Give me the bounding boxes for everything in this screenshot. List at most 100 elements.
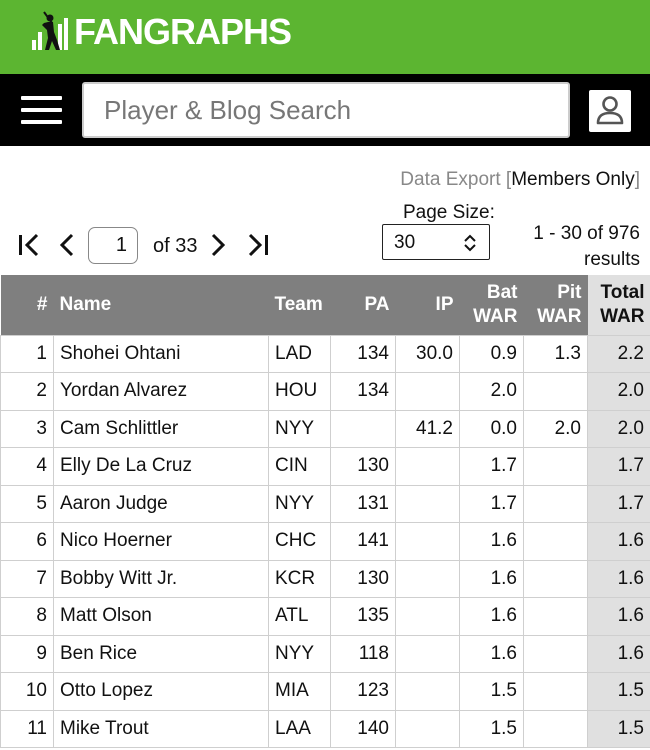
team-link[interactable]: MIA <box>268 672 331 711</box>
members-only-link[interactable]: Members Only <box>511 169 635 190</box>
table-row: 7 Bobby Witt Jr. KCR 130 1.6 1.6 <box>0 559 650 598</box>
column-header-team[interactable]: Team <box>268 275 331 335</box>
column-header-pa[interactable]: PA <box>330 275 396 335</box>
total-war-cell: 1.7 <box>587 484 650 523</box>
bat-war-cell: 1.6 <box>459 559 524 598</box>
table-row: 3 Cam Schlittler NYY 41.2 0.0 2.0 2.0 <box>0 409 650 448</box>
player-name-link[interactable]: Otto Lopez <box>53 672 269 711</box>
team-link[interactable]: NYY <box>268 409 331 448</box>
column-header-name[interactable]: Name <box>53 275 269 335</box>
ip-cell <box>395 672 460 711</box>
total-war-cell: 2.0 <box>587 409 650 448</box>
column-header-pit-war[interactable]: Pit WAR <box>523 275 588 335</box>
first-page-icon[interactable] <box>16 232 42 258</box>
bat-war-cell: 1.6 <box>459 522 524 561</box>
pa-cell <box>330 409 396 448</box>
page-size-label: Page Size: <box>403 202 495 223</box>
rank-cell: 11 <box>0 709 54 748</box>
nav-bar <box>0 74 650 146</box>
pit-war-cell <box>523 484 588 523</box>
table-row: 4 Elly De La Cruz CIN 130 1.7 1.7 <box>0 447 650 486</box>
total-war-cell: 1.6 <box>587 597 650 636</box>
table-row: 6 Nico Hoerner CHC 141 1.6 1.6 <box>0 522 650 561</box>
table-row: 5 Aaron Judge NYY 131 1.7 1.7 <box>0 484 650 523</box>
bat-war-cell: 2.0 <box>459 372 524 411</box>
pit-war-cell <box>523 597 588 636</box>
table-row: 10 Otto Lopez MIA 123 1.5 1.5 <box>0 672 650 711</box>
team-link[interactable]: NYY <box>268 634 331 673</box>
total-war-cell: 1.6 <box>587 634 650 673</box>
last-page-icon[interactable] <box>245 232 271 258</box>
total-war-cell: 1.6 <box>587 559 650 598</box>
column-header-ip[interactable]: IP <box>395 275 460 335</box>
team-link[interactable]: KCR <box>268 559 331 598</box>
ip-cell <box>395 634 460 673</box>
team-link[interactable]: LAD <box>268 334 331 373</box>
ip-cell <box>395 447 460 486</box>
total-war-cell: 1.5 <box>587 672 650 711</box>
team-link[interactable]: LAA <box>268 709 331 748</box>
table-body: 1 Shohei Ohtani LAD 134 30.0 0.9 1.3 2.2 2 Yordan… <box>0 334 650 748</box>
hamburger-menu-icon[interactable] <box>21 96 62 124</box>
pa-cell: 135 <box>330 597 396 636</box>
pa-cell: 130 <box>330 559 396 598</box>
fangraphs-logo[interactable]: FANGRAPHS <box>30 10 292 54</box>
pa-cell: 134 <box>330 372 396 411</box>
table-row: 8 Matt Olson ATL 135 1.6 1.6 <box>0 597 650 636</box>
data-export-line: Data Export [Members Only] <box>400 169 640 191</box>
page-size-select[interactable]: 30 <box>382 224 490 260</box>
rank-cell: 5 <box>0 484 54 523</box>
rank-cell: 10 <box>0 672 54 711</box>
player-name-link[interactable]: Bobby Witt Jr. <box>53 559 269 598</box>
pit-war-cell <box>523 709 588 748</box>
up-down-chevron-icon <box>464 234 476 252</box>
team-link[interactable]: CHC <box>268 522 331 561</box>
results-range: 1 - 30 of 976 <box>533 223 640 244</box>
player-name-link[interactable]: Ben Rice <box>53 634 269 673</box>
player-name-link[interactable]: Cam Schlittler <box>53 409 269 448</box>
team-link[interactable]: CIN <box>268 447 331 486</box>
next-page-icon[interactable] <box>208 232 228 258</box>
player-name-link[interactable]: Matt Olson <box>53 597 269 636</box>
page-size-value: 30 <box>394 232 416 253</box>
bat-war-cell: 1.6 <box>459 634 524 673</box>
table-row: 9 Ben Rice NYY 118 1.6 1.6 <box>0 634 650 673</box>
team-link[interactable]: HOU <box>268 372 331 411</box>
pit-war-cell <box>523 634 588 673</box>
logo-text: FANGRAPHS <box>74 11 292 52</box>
total-war-cell: 2.0 <box>587 372 650 411</box>
team-link[interactable]: NYY <box>268 484 331 523</box>
pa-cell: 123 <box>330 672 396 711</box>
table-row: 2 Yordan Alvarez HOU 134 2.0 2.0 <box>0 372 650 411</box>
batter-logo-icon <box>30 10 72 54</box>
pa-cell: 118 <box>330 634 396 673</box>
player-name-link[interactable]: Shohei Ohtani <box>53 334 269 373</box>
pit-war-cell <box>523 522 588 561</box>
rank-cell: 4 <box>0 447 54 486</box>
column-header-bat-war[interactable]: Bat WAR <box>459 275 524 335</box>
column-header-total-war[interactable]: Total WAR <box>587 275 650 335</box>
rank-cell: 9 <box>0 634 54 673</box>
ip-cell <box>395 597 460 636</box>
results-count: 1 - 30 of 976 results <box>510 221 640 273</box>
pit-war-cell <box>523 672 588 711</box>
prev-page-icon[interactable] <box>58 232 78 258</box>
rank-cell: 7 <box>0 559 54 598</box>
data-export-link[interactable]: Data Export <box>400 169 500 190</box>
bat-war-cell: 1.5 <box>459 672 524 711</box>
team-link[interactable]: ATL <box>268 597 331 636</box>
search-input[interactable] <box>84 84 568 136</box>
player-name-link[interactable]: Aaron Judge <box>53 484 269 523</box>
user-icon <box>596 96 624 125</box>
page-number-input[interactable] <box>88 227 138 264</box>
bat-war-cell: 0.0 <box>459 409 524 448</box>
player-name-link[interactable]: Nico Hoerner <box>53 522 269 561</box>
search-box <box>82 82 570 138</box>
player-name-link[interactable]: Elly De La Cruz <box>53 447 269 486</box>
player-name-link[interactable]: Yordan Alvarez <box>53 372 269 411</box>
pit-war-cell: 2.0 <box>523 409 588 448</box>
player-name-link[interactable]: Mike Trout <box>53 709 269 748</box>
column-header-rank[interactable]: # <box>0 275 54 335</box>
user-account-button[interactable] <box>589 90 631 132</box>
pa-cell: 141 <box>330 522 396 561</box>
